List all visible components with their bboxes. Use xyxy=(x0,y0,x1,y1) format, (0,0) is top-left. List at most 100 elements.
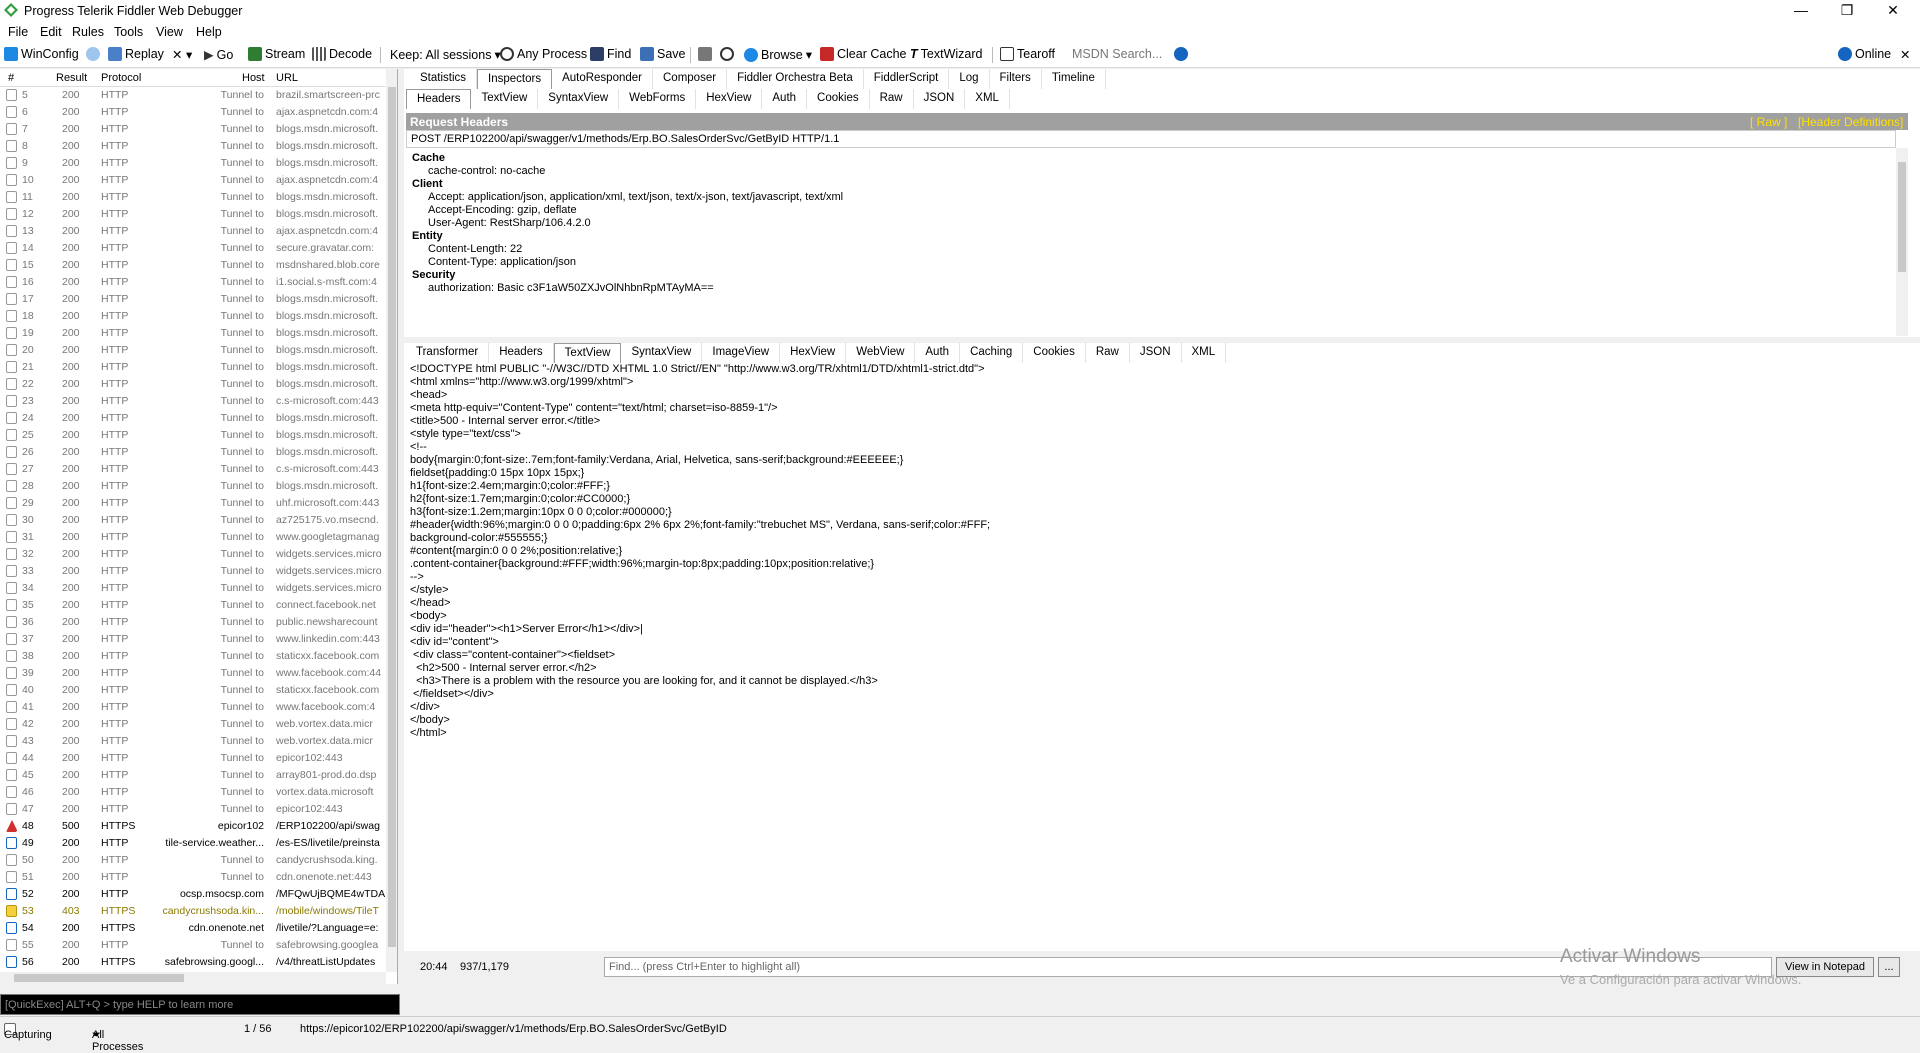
request-tab-xml[interactable]: XML xyxy=(965,89,1010,109)
tab-fiddler-orchestra-beta[interactable]: Fiddler Orchestra Beta xyxy=(727,69,864,89)
session-row[interactable]: 52 200 HTTP ocsp.msocsp.com/MFQwUjBQME4wTDA xyxy=(0,886,386,903)
session-row[interactable]: 42 200 HTTP Tunnel to web.vortex.data.micr xyxy=(0,716,386,733)
keep-sessions-dropdown[interactable]: Keep: All sessions ▾ xyxy=(390,47,501,63)
session-row[interactable]: 43 200 HTTP Tunnel to web.vortex.data.micr xyxy=(0,733,386,750)
request-tab-webforms[interactable]: WebForms xyxy=(619,89,697,109)
session-row[interactable]: 7 200 HTTP Tunnel to blogs.msdn.microsoft. xyxy=(0,121,386,138)
tearoff-button[interactable]: Tearoff xyxy=(1000,47,1055,61)
col-url[interactable]: URL xyxy=(276,72,298,84)
request-tab-json[interactable]: JSON xyxy=(914,89,966,109)
tab-log[interactable]: Log xyxy=(949,69,990,89)
session-row[interactable]: 48 500 HTTPS epicor102/ERP102200/api/swag xyxy=(0,818,386,835)
request-tab-cookies[interactable]: Cookies xyxy=(807,89,870,109)
session-row[interactable]: 37 200 HTTP Tunnel to www.linkedin.com:443 xyxy=(0,631,386,648)
session-row[interactable]: 29 200 HTTP Tunnel to uhf.microsoft.com:443 xyxy=(0,495,386,512)
session-row[interactable]: 50 200 HTTP Tunnel to candycrushsoda.king. xyxy=(0,852,386,869)
response-tab-xml[interactable]: XML xyxy=(1182,343,1227,363)
tab-filters[interactable]: Filters xyxy=(990,69,1042,89)
response-tab-caching[interactable]: Caching xyxy=(960,343,1024,363)
response-tab-imageview[interactable]: ImageView xyxy=(702,343,781,363)
quickexec-input[interactable]: [QuickExec] ALT+Q > type HELP to learn m… xyxy=(0,994,400,1015)
session-row[interactable]: 25 200 HTTP Tunnel to blogs.msdn.microsoft. xyxy=(0,427,386,444)
session-row[interactable]: 21 200 HTTP Tunnel to blogs.msdn.microsoft. xyxy=(0,359,386,376)
header-section-title[interactable]: Entity xyxy=(412,230,443,242)
header-item[interactable]: Content-Type: application/json xyxy=(428,256,576,268)
col-result[interactable]: Result xyxy=(56,72,87,84)
header-item[interactable]: Accept: application/json, application/xm… xyxy=(428,191,843,203)
browse-button[interactable]: Browse ▾ xyxy=(744,47,812,62)
capturing-indicator[interactable]: Capturing xyxy=(4,1023,52,1041)
response-tab-transformer[interactable]: Transformer xyxy=(406,343,490,363)
session-row[interactable]: 22 200 HTTP Tunnel to blogs.msdn.microsoft. xyxy=(0,376,386,393)
session-row[interactable]: 8 200 HTTP Tunnel to blogs.msdn.microsoft. xyxy=(0,138,386,155)
response-tab-textview[interactable]: TextView xyxy=(553,343,622,363)
session-row[interactable]: 20 200 HTTP Tunnel to blogs.msdn.microsoft. xyxy=(0,342,386,359)
session-row[interactable]: 16 200 HTTP Tunnel to i1.social.s-msft.com:4 xyxy=(0,274,386,291)
header-item[interactable]: User-Agent: RestSharp/106.4.2.0 xyxy=(428,217,591,229)
session-row[interactable]: 49 200 HTTP tile-service.weather... /es-ES/l… xyxy=(0,835,386,852)
request-tab-syntaxview[interactable]: SyntaxView xyxy=(538,89,620,109)
online-indicator[interactable]: Online xyxy=(1838,47,1891,61)
tab-fiddlerscript[interactable]: FiddlerScript xyxy=(864,69,950,89)
timer-button[interactable] xyxy=(720,47,734,61)
session-row[interactable]: 44 200 HTTP Tunnel to epicor102:443 xyxy=(0,750,386,767)
session-row[interactable]: 38 200 HTTP Tunnel to staticxx.facebook.com xyxy=(0,648,386,665)
header-section-title[interactable]: Cache xyxy=(412,152,445,164)
session-row[interactable]: 32 200 HTTP Tunnel to widgets.services.micro xyxy=(0,546,386,563)
tab-inspectors[interactable]: Inspectors xyxy=(477,69,553,89)
header-definitions-link[interactable]: [Header Definitions] xyxy=(1798,115,1903,129)
raw-link[interactable]: [ Raw ] xyxy=(1750,115,1787,129)
session-row[interactable]: 33 200 HTTP Tunnel to widgets.services.micro xyxy=(0,563,386,580)
menu-rules[interactable]: Rules xyxy=(72,25,104,39)
session-row[interactable]: 5 200 HTTP Tunnel to brazil.smartscreen-prc xyxy=(0,87,386,104)
header-item[interactable]: Accept-Encoding: gzip, deflate xyxy=(428,204,577,216)
menu-edit[interactable]: Edit xyxy=(40,25,62,39)
tab-composer[interactable]: Composer xyxy=(653,69,728,89)
session-row[interactable]: 53 403 HTTPS candycrushsoda.kin... /mobile/w… xyxy=(0,903,386,920)
decode-button[interactable]: Decode xyxy=(312,47,372,61)
winconfig-button[interactable]: WinConfig xyxy=(4,47,79,61)
more-button[interactable]: ... xyxy=(1878,957,1900,977)
session-row[interactable]: 46 200 HTTP Tunnel to vortex.data.microsoft xyxy=(0,784,386,801)
session-row[interactable]: 10 200 HTTP Tunnel to ajax.aspnetcdn.com:4 xyxy=(0,172,386,189)
request-tab-auth[interactable]: Auth xyxy=(762,89,808,109)
response-tab-auth[interactable]: Auth xyxy=(915,343,961,363)
comment-button[interactable] xyxy=(86,47,100,61)
session-row[interactable]: 27 200 HTTP Tunnel to c.s-microsoft.com:443 xyxy=(0,461,386,478)
session-row[interactable]: 28 200 HTTP Tunnel to blogs.msdn.microsoft. xyxy=(0,478,386,495)
maximize-button[interactable]: ❐ xyxy=(1824,0,1870,22)
go-button[interactable]: ▶ Go xyxy=(204,47,233,63)
col-number[interactable]: # xyxy=(8,72,14,84)
session-row[interactable]: 39 200 HTTP Tunnel to www.facebook.com:44 xyxy=(0,665,386,682)
col-host[interactable]: Host xyxy=(242,72,265,84)
header-section-title[interactable]: Security xyxy=(412,269,455,281)
session-row[interactable]: 9 200 HTTP Tunnel to blogs.msdn.microsoft. xyxy=(0,155,386,172)
replay-button[interactable]: Replay xyxy=(108,47,164,61)
tab-timeline[interactable]: Timeline xyxy=(1042,69,1106,89)
sessions-vertical-scrollbar[interactable] xyxy=(386,69,397,972)
header-item[interactable]: cache-control: no-cache xyxy=(428,165,545,177)
response-tab-cookies[interactable]: Cookies xyxy=(1023,343,1086,363)
session-row[interactable]: 36 200 HTTP Tunnel to public.newsharecount xyxy=(0,614,386,631)
header-section-title[interactable]: Client xyxy=(412,178,443,190)
response-tab-raw[interactable]: Raw xyxy=(1086,343,1130,363)
session-row[interactable]: 54 200 HTTPS cdn.onenote.net/livetile/?Lang… xyxy=(0,920,386,937)
session-row[interactable]: 24 200 HTTP Tunnel to blogs.msdn.microsoft. xyxy=(0,410,386,427)
session-row[interactable]: 35 200 HTTP Tunnel to connect.facebook.net xyxy=(0,597,386,614)
session-row[interactable]: 26 200 HTTP Tunnel to blogs.msdn.microsoft. xyxy=(0,444,386,461)
any-process-button[interactable]: Any Process xyxy=(500,47,587,61)
sessions-list[interactable]: # Result Protocol Host URL 5 200 HTTP Tunne… xyxy=(0,69,398,984)
msdn-search-input[interactable]: MSDN Search... xyxy=(1072,47,1162,61)
request-tab-hexview[interactable]: HexView xyxy=(696,89,763,109)
response-body-text[interactable]: <!DOCTYPE html PUBLIC "-//W3C//DTD XHTML… xyxy=(410,363,1904,943)
tab-statistics[interactable]: Statistics xyxy=(410,69,478,89)
textwizard-button[interactable]: T TextWizard xyxy=(910,47,982,61)
close-toolbar-button[interactable]: ✕ xyxy=(1900,47,1910,62)
session-row[interactable]: 41 200 HTTP Tunnel to www.facebook.com:4 xyxy=(0,699,386,716)
menu-help[interactable]: Help xyxy=(196,25,222,39)
session-row[interactable]: 55 200 HTTP Tunnel to safebrowsing.googlea xyxy=(0,937,386,954)
session-row[interactable]: 51 200 HTTP Tunnel to cdn.onenote.net:443 xyxy=(0,869,386,886)
session-row[interactable]: 30 200 HTTP Tunnel to az725175.vo.msecnd. xyxy=(0,512,386,529)
session-row[interactable]: 15 200 HTTP Tunnel to msdnshared.blob.core xyxy=(0,257,386,274)
session-row[interactable]: 13 200 HTTP Tunnel to ajax.aspnetcdn.com:4 xyxy=(0,223,386,240)
